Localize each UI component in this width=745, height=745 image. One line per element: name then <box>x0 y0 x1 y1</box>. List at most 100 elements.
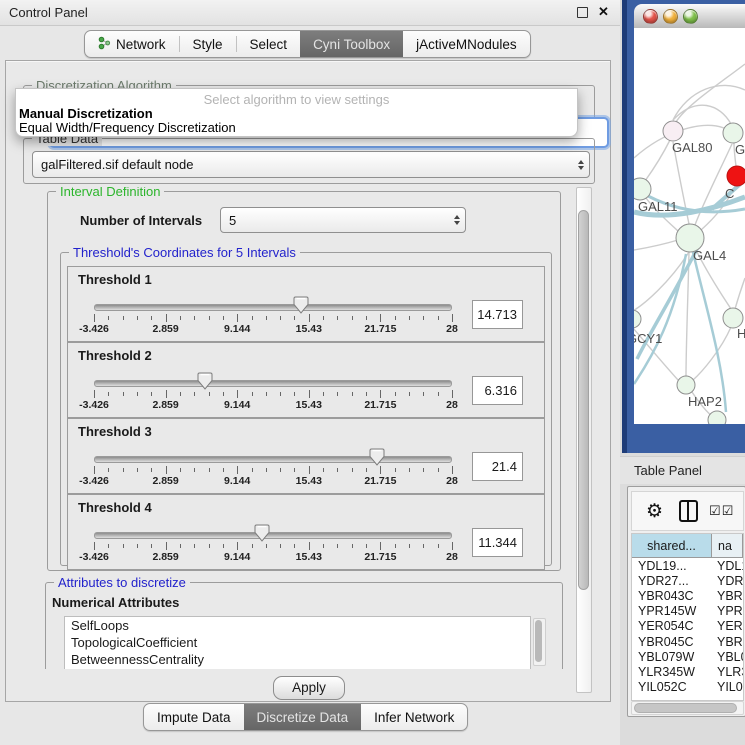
network-node[interactable] <box>663 121 683 141</box>
zoom-traffic-light-icon[interactable] <box>683 9 698 24</box>
network-node[interactable] <box>634 310 641 328</box>
tab-select[interactable]: Select <box>237 31 301 57</box>
hscrollbar-thumb[interactable] <box>634 703 737 713</box>
threshold-slider[interactable]: -3.4262.8599.14415.4321.71528 <box>94 371 452 413</box>
table-row[interactable]: YBR043CYBR0 <box>632 588 743 603</box>
tick-mark <box>123 316 124 320</box>
close-icon[interactable]: ✕ <box>598 4 609 20</box>
slider-thumb[interactable] <box>197 372 213 393</box>
minimize-traffic-light-icon[interactable] <box>663 9 678 24</box>
tab-discretize-data[interactable]: Discretize Data <box>244 704 362 730</box>
tick-label: 28 <box>446 323 458 335</box>
tab-label: Network <box>116 37 166 52</box>
network-edge[interactable] <box>693 327 731 380</box>
tick-mark <box>280 316 281 320</box>
tick-mark <box>151 316 152 320</box>
column-view-icon[interactable] <box>679 500 698 522</box>
attribute-list-item[interactable]: SelfLoops <box>65 617 530 634</box>
threshold-slider[interactable]: -3.4262.8599.14415.4321.71528 <box>94 295 452 337</box>
table-cell: YBL0 <box>712 650 743 664</box>
tick-mark <box>395 468 396 472</box>
threshold-slider[interactable]: -3.4262.8599.14415.4321.71528 <box>94 523 452 565</box>
tab-impute-data[interactable]: Impute Data <box>144 704 244 730</box>
slider-ticks <box>94 542 452 551</box>
table-row[interactable]: YDL19...YDL1 <box>632 558 743 573</box>
table-row[interactable]: YDR27...YDR2 <box>632 573 743 588</box>
float-window-icon[interactable] <box>577 7 588 18</box>
slider-track[interactable] <box>94 304 452 311</box>
network-canvas[interactable]: GAL80GAGAL11CGAL4GCY1HHAP2 <box>634 28 745 424</box>
close-traffic-light-icon[interactable] <box>643 9 658 24</box>
number-of-intervals-combobox[interactable]: 5 <box>220 207 466 233</box>
attribute-list-item[interactable]: TopologicalCoefficient <box>65 634 530 651</box>
slider-thumb[interactable] <box>369 448 385 469</box>
slider-ticks <box>94 390 452 399</box>
slider-thumb[interactable] <box>254 524 270 545</box>
cyni-toolbox-content: Discretization Algorithm Select algorith… <box>5 60 611 702</box>
threshold-value-field[interactable]: 21.4 <box>472 452 523 481</box>
tick-mark <box>194 468 195 472</box>
network-node[interactable] <box>634 178 651 200</box>
tick-mark <box>337 544 338 548</box>
tab-label: Infer Network <box>374 710 454 725</box>
slider-track[interactable] <box>94 532 452 539</box>
network-node[interactable] <box>677 376 695 394</box>
table-row[interactable]: YER054CYER0 <box>632 619 743 634</box>
table-row[interactable]: YBR045CYBR0 <box>632 634 743 649</box>
table-column-header[interactable]: na <box>712 534 743 557</box>
attribute-list-item[interactable]: BetweennessCentrality <box>65 651 530 668</box>
tick-mark <box>223 316 224 320</box>
threshold-value-field[interactable]: 11.344 <box>472 528 523 557</box>
threshold-value-field[interactable]: 6.316 <box>472 376 523 405</box>
popup-option-manual-discretization[interactable]: Manual Discretization <box>19 106 574 121</box>
tick-mark <box>94 390 95 398</box>
tab-style[interactable]: Style <box>180 31 236 57</box>
tab-network[interactable]: Network <box>85 31 179 57</box>
table-data-combobox[interactable]: galFiltered.sif default node <box>32 151 590 178</box>
select-columns-checkbox-icons[interactable]: ☑☑ <box>709 503 734 519</box>
tick-label: 21.715 <box>364 399 396 411</box>
table-column-header[interactable]: shared... <box>632 534 712 557</box>
slider-track[interactable] <box>94 380 452 387</box>
network-edge[interactable] <box>634 240 678 250</box>
tick-mark <box>380 542 381 550</box>
attributes-list-scrollbar[interactable] <box>533 618 546 666</box>
popup-option-equal-width-frequency[interactable]: Equal Width/Frequency Discretization <box>19 120 574 135</box>
tick-mark <box>151 468 152 472</box>
network-node[interactable] <box>708 411 726 424</box>
tick-mark <box>194 316 195 320</box>
settings-gear-icon[interactable]: ⚙ <box>646 500 663 523</box>
table-horizontal-scrollbar[interactable] <box>631 701 744 715</box>
tab-jactivemnodules[interactable]: jActiveMNodules <box>403 31 530 57</box>
tick-mark <box>323 468 324 472</box>
tick-mark <box>452 466 453 474</box>
table-row[interactable]: YBL079WYBL0 <box>632 649 743 664</box>
numerical-attributes-list[interactable]: SelfLoopsTopologicalCoefficientBetweenne… <box>64 616 531 669</box>
table-row[interactable]: YIL052CYIL0 <box>632 680 743 695</box>
tick-mark <box>280 392 281 396</box>
apply-button[interactable]: Apply <box>273 676 345 700</box>
tab-cyni-toolbox[interactable]: Cyni Toolbox <box>300 31 403 57</box>
tick-mark <box>366 468 367 472</box>
slider-thumb[interactable] <box>293 296 309 317</box>
tick-mark <box>323 392 324 396</box>
network-edge[interactable] <box>735 278 745 309</box>
panel-title: Control Panel <box>9 5 88 20</box>
stepper-arrows-icon <box>573 160 589 170</box>
table-row[interactable]: YPR145WYPR1 <box>632 604 743 619</box>
table-cell: YBR045C <box>632 635 712 649</box>
scrollbar-thumb[interactable] <box>578 210 589 590</box>
table-row[interactable]: YLR345WYLR3 <box>632 664 743 679</box>
node-table[interactable]: shared...na YDL19...YDL1YDR27...YDR2YBR0… <box>631 533 744 701</box>
network-edge[interactable] <box>676 64 745 122</box>
threshold-slider[interactable]: -3.4262.8599.14415.4321.71528 <box>94 447 452 489</box>
network-node-label: GAL80 <box>672 140 712 155</box>
network-node-selected-red[interactable] <box>727 166 745 186</box>
slider-track[interactable] <box>94 456 452 463</box>
tab-infer-network[interactable]: Infer Network <box>361 704 467 730</box>
network-node[interactable] <box>723 123 743 143</box>
settings-vertical-scrollbar[interactable] <box>576 187 592 693</box>
threshold-value-field[interactable]: 14.713 <box>472 300 523 329</box>
network-node[interactable] <box>723 308 743 328</box>
tick-mark <box>252 544 253 548</box>
